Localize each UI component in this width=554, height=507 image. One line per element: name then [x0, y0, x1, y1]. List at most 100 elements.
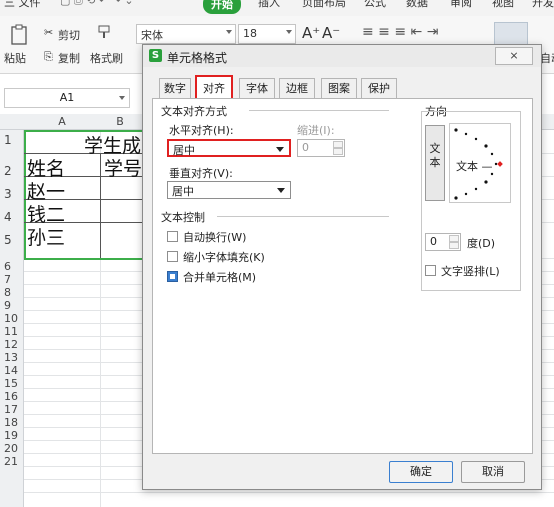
- row-header[interactable]: 6: [0, 260, 24, 273]
- row-header[interactable]: 7: [0, 273, 24, 286]
- chevron-down-icon: [286, 30, 292, 34]
- scissors-icon[interactable]: ✂: [44, 26, 53, 39]
- tab-pattern[interactable]: 图案: [321, 78, 357, 98]
- auto-label: 自动: [540, 52, 554, 65]
- row-header[interactable]: 3: [0, 187, 24, 201]
- row-header[interactable]: 20: [0, 442, 24, 455]
- font-name-select[interactable]: 宋体: [136, 24, 236, 44]
- vertical-align-select[interactable]: 居中: [167, 181, 291, 199]
- row-header[interactable]: 14: [0, 364, 24, 377]
- tab-number[interactable]: 数字: [159, 78, 191, 98]
- row-header[interactable]: 18: [0, 416, 24, 429]
- vertical-text-label[interactable]: 文字竖排(L): [441, 263, 500, 279]
- cell-name[interactable]: 孙三: [27, 223, 65, 250]
- paste-icon[interactable]: [10, 24, 30, 46]
- copy-button[interactable]: 复制: [58, 50, 80, 66]
- merge-cells-label[interactable]: 合并单元格(M): [183, 269, 256, 285]
- ok-button[interactable]: 确定: [389, 461, 453, 483]
- horizontal-align-select[interactable]: 居中: [167, 139, 291, 157]
- tab-border[interactable]: 边框: [279, 78, 315, 98]
- shrink-to-fit-checkbox[interactable]: [167, 251, 178, 262]
- column-header-a[interactable]: A: [24, 114, 100, 130]
- stepper-down-icon[interactable]: [333, 148, 343, 155]
- tab-font[interactable]: 字体: [239, 78, 275, 98]
- stepper-up-icon[interactable]: [449, 235, 459, 242]
- text-align-section-label: 文本对齐方式: [161, 105, 227, 118]
- wrap-text-label[interactable]: 自动换行(W): [183, 229, 246, 245]
- tab-alignment[interactable]: 对齐: [195, 75, 233, 99]
- menu-view[interactable]: 视图: [492, 0, 514, 10]
- font-size-select[interactable]: 18: [238, 24, 296, 44]
- merge-cells-checkbox[interactable]: [167, 271, 178, 282]
- degrees-stepper[interactable]: 0: [425, 233, 461, 251]
- row-header[interactable]: 9: [0, 299, 24, 312]
- close-icon: ⨯: [509, 49, 519, 62]
- cell-id-header[interactable]: 学号: [104, 154, 142, 181]
- grid-line: [24, 492, 554, 493]
- format-painter-icon[interactable]: [96, 24, 112, 40]
- increase-font-icon[interactable]: A⁺: [302, 24, 320, 42]
- wps-logo-icon: S: [149, 49, 162, 62]
- row-header[interactable]: 5: [0, 233, 24, 247]
- wrap-text-checkbox[interactable]: [167, 231, 178, 242]
- chevron-down-icon: [277, 188, 285, 193]
- menu-formula[interactable]: 公式: [364, 0, 386, 10]
- decrease-font-icon[interactable]: A⁻: [322, 24, 340, 42]
- row-header[interactable]: 11: [0, 325, 24, 338]
- paste-button[interactable]: 粘贴: [4, 50, 26, 66]
- name-box[interactable]: A1: [4, 88, 130, 108]
- chevron-down-icon: [119, 96, 125, 100]
- menu-review[interactable]: 审阅: [450, 0, 472, 10]
- menu-file[interactable]: 三 文件: [4, 0, 41, 10]
- menu-insert[interactable]: 插入: [258, 0, 280, 10]
- vertical-text-button[interactable]: 文本: [425, 125, 445, 201]
- row-header[interactable]: 10: [0, 312, 24, 325]
- row-header[interactable]: 19: [0, 429, 24, 442]
- orientation-sample-text: 文本 —: [456, 160, 493, 173]
- text-control-section-label: 文本控制: [161, 211, 205, 224]
- dialog-title-bar[interactable]: S 单元格格式 ⨯: [143, 45, 541, 67]
- row-header[interactable]: 13: [0, 351, 24, 364]
- degrees-label: 度(D): [467, 237, 496, 250]
- menu-home[interactable]: 开始: [203, 0, 241, 14]
- chevron-down-icon: [226, 30, 232, 34]
- chevron-down-icon: [276, 147, 284, 152]
- vertical-text-checkbox[interactable]: [425, 265, 436, 276]
- quick-access-icons[interactable]: ▢ ⎙ ⟲ ↶ ↷ ⌄: [60, 0, 134, 8]
- menu-developer[interactable]: 开发: [532, 0, 554, 10]
- menu-bar: 三 文件 ▢ ⎙ ⟲ ↶ ↷ ⌄ 开始 插入 页面布局 公式 数据 审阅 视图 …: [0, 0, 554, 16]
- cut-button[interactable]: 剪切: [58, 27, 80, 43]
- tab-protection[interactable]: 保护: [361, 78, 397, 98]
- section-divider: [217, 216, 389, 217]
- orientation-dial[interactable]: 文本 —: [449, 123, 511, 203]
- row-header[interactable]: 21: [0, 455, 24, 468]
- shrink-to-fit-label[interactable]: 缩小字体填充(K): [183, 249, 265, 265]
- vertical-align-label: 垂直对齐(V):: [169, 167, 233, 180]
- row-header[interactable]: 15: [0, 377, 24, 390]
- dialog-title: 单元格格式: [167, 51, 228, 65]
- close-button[interactable]: ⨯: [495, 47, 533, 65]
- row-header[interactable]: 2: [0, 164, 24, 178]
- indent-label: 缩进(I):: [297, 124, 335, 137]
- row-header[interactable]: 17: [0, 403, 24, 416]
- format-painter-button[interactable]: 格式刷: [90, 50, 123, 66]
- alignment-panel: 文本对齐方式 水平对齐(H): 居中 缩进(I): 0 垂直对齐(V): 居中 …: [152, 98, 533, 454]
- copy-icon[interactable]: ⎘: [44, 50, 53, 64]
- row-header[interactable]: 4: [0, 210, 24, 224]
- row-header-bar: 1 2 3 4 5 6 7 8 9 10 11 12 13 14 15 16 1…: [0, 130, 24, 507]
- indent-stepper[interactable]: 0: [297, 139, 345, 157]
- menu-page-layout[interactable]: 页面布局: [302, 0, 346, 10]
- align-icons[interactable]: ≡ ≡ ≡ ⇤ ⇥: [362, 24, 438, 40]
- menu-data[interactable]: 数据: [406, 0, 428, 10]
- row-header[interactable]: 16: [0, 390, 24, 403]
- horizontal-align-label: 水平对齐(H):: [169, 124, 234, 137]
- cancel-button[interactable]: 取消: [461, 461, 525, 483]
- row-header[interactable]: 8: [0, 286, 24, 299]
- row-header[interactable]: 1: [0, 133, 24, 147]
- column-header-b[interactable]: B: [100, 114, 140, 130]
- cell-border: [100, 153, 101, 258]
- stepper-up-icon[interactable]: [333, 141, 343, 148]
- section-divider: [249, 110, 389, 111]
- row-header[interactable]: 12: [0, 338, 24, 351]
- stepper-down-icon[interactable]: [449, 242, 459, 249]
